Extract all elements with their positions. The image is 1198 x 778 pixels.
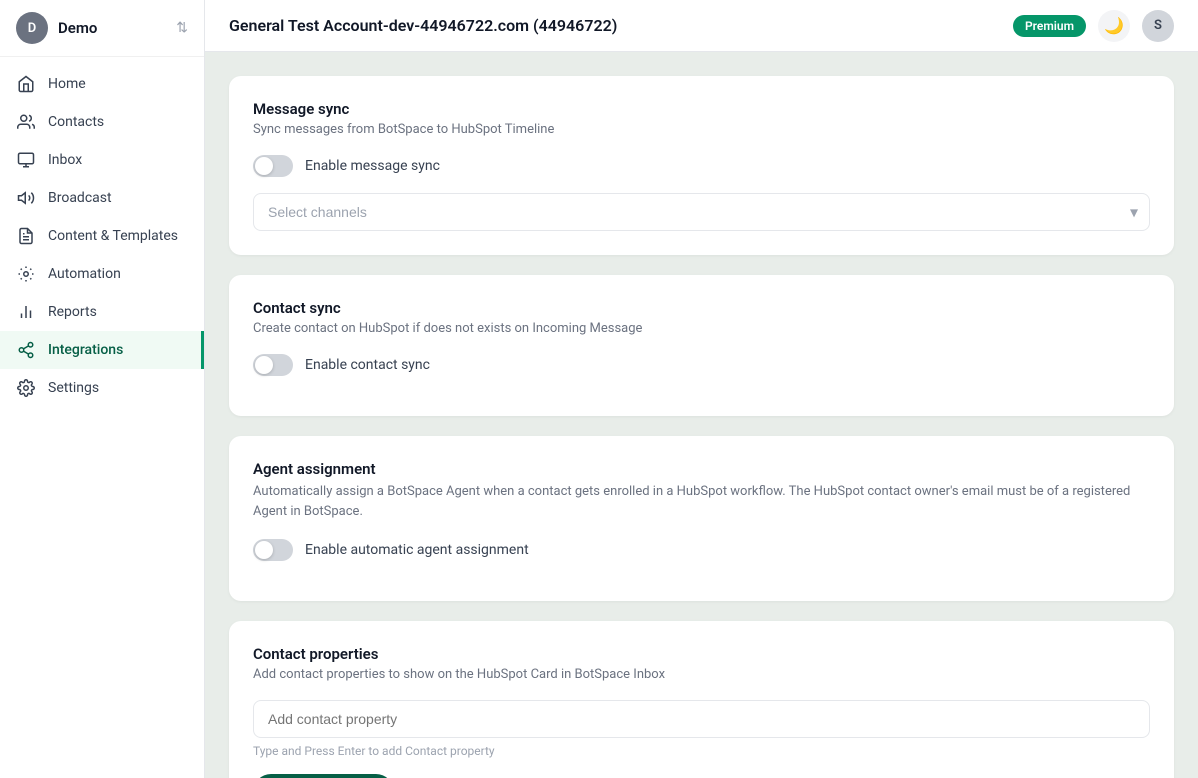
contact-properties-card: Contact properties Add contact propertie… <box>229 621 1174 778</box>
contact-sync-toggle[interactable] <box>253 354 293 376</box>
integrations-icon <box>16 340 36 360</box>
content-icon <box>16 226 36 246</box>
channel-select[interactable]: Select channels <box>253 193 1150 231</box>
sidebar-org-name: Demo <box>58 19 166 37</box>
channel-select-wrapper: Select channels ▾ <box>253 193 1150 231</box>
sidebar-item-content-templates[interactable]: Content & Templates <box>0 217 204 255</box>
message-sync-subtitle: Sync messages from BotSpace to HubSpot T… <box>253 122 1150 137</box>
update-settings-button[interactable]: Update settings <box>253 774 394 778</box>
topbar-right: Premium 🌙 S <box>1013 10 1174 42</box>
sidebar-item-broadcast-label: Broadcast <box>48 190 112 206</box>
contact-sync-title: Contact sync <box>253 299 1150 317</box>
content-area: Message sync Sync messages from BotSpace… <box>205 52 1198 778</box>
sidebar-item-reports[interactable]: Reports <box>0 293 204 331</box>
message-sync-toggle[interactable] <box>253 155 293 177</box>
sidebar-item-settings-label: Settings <box>48 380 99 396</box>
sidebar-item-inbox-label: Inbox <box>48 152 82 168</box>
settings-icon <box>16 378 36 398</box>
agent-assignment-card: Agent assignment Automatically assign a … <box>229 436 1174 601</box>
broadcast-icon <box>16 188 36 208</box>
sidebar-item-home-label: Home <box>48 76 86 92</box>
sidebar-item-settings[interactable]: Settings <box>0 369 204 407</box>
topbar: General Test Account-dev-44946722.com (4… <box>205 0 1198 52</box>
sidebar-item-broadcast[interactable]: Broadcast <box>0 179 204 217</box>
agent-assignment-desc: Automatically assign a BotSpace Agent wh… <box>253 482 1150 521</box>
chevron-updown-icon[interactable]: ⇅ <box>176 20 188 36</box>
sidebar-item-automation[interactable]: Automation <box>0 255 204 293</box>
sidebar-item-integrations-label: Integrations <box>48 342 123 358</box>
contact-sync-toggle-label: Enable contact sync <box>305 357 430 373</box>
sidebar-item-contacts-label: Contacts <box>48 114 104 130</box>
contact-property-hint: Type and Press Enter to add Contact prop… <box>253 744 1150 758</box>
agent-assignment-title: Agent assignment <box>253 460 1150 478</box>
sidebar-item-home[interactable]: Home <box>0 65 204 103</box>
sidebar-item-inbox[interactable]: Inbox <box>0 141 204 179</box>
sidebar-item-reports-label: Reports <box>48 304 97 320</box>
sidebar: D Demo ⇅ Home Contacts Inbox Broadc <box>0 0 205 778</box>
sidebar-item-automation-label: Automation <box>48 266 121 282</box>
sidebar-item-integrations[interactable]: Integrations <box>0 331 204 369</box>
contacts-icon <box>16 112 36 132</box>
contact-sync-subtitle: Create contact on HubSpot if does not ex… <box>253 321 1150 336</box>
reports-icon <box>16 302 36 322</box>
message-sync-toggle-label: Enable message sync <box>305 158 440 174</box>
sidebar-nav: Home Contacts Inbox Broadcast Content & … <box>0 57 204 778</box>
sidebar-org-avatar: D <box>16 12 48 44</box>
home-icon <box>16 74 36 94</box>
message-sync-card: Message sync Sync messages from BotSpace… <box>229 76 1174 255</box>
sidebar-item-contacts[interactable]: Contacts <box>0 103 204 141</box>
message-sync-toggle-row: Enable message sync <box>253 155 1150 177</box>
sidebar-item-content-label: Content & Templates <box>48 228 178 244</box>
agent-assignment-toggle[interactable] <box>253 539 293 561</box>
contact-properties-title: Contact properties <box>253 645 1150 663</box>
user-avatar[interactable]: S <box>1142 10 1174 42</box>
agent-assignment-toggle-row: Enable automatic agent assignment <box>253 539 1150 561</box>
page-title: General Test Account-dev-44946722.com (4… <box>229 16 617 35</box>
automation-icon <box>16 264 36 284</box>
sidebar-header: D Demo ⇅ <box>0 0 204 57</box>
contact-properties-subtitle: Add contact properties to show on the Hu… <box>253 667 1150 682</box>
theme-toggle-button[interactable]: 🌙 <box>1098 10 1130 42</box>
main-content: General Test Account-dev-44946722.com (4… <box>205 0 1198 778</box>
contact-property-input[interactable] <box>253 700 1150 738</box>
premium-badge: Premium <box>1013 15 1086 37</box>
inbox-icon <box>16 150 36 170</box>
message-sync-title: Message sync <box>253 100 1150 118</box>
contact-sync-toggle-row: Enable contact sync <box>253 354 1150 376</box>
contact-sync-card: Contact sync Create contact on HubSpot i… <box>229 275 1174 416</box>
agent-assignment-toggle-label: Enable automatic agent assignment <box>305 542 529 558</box>
